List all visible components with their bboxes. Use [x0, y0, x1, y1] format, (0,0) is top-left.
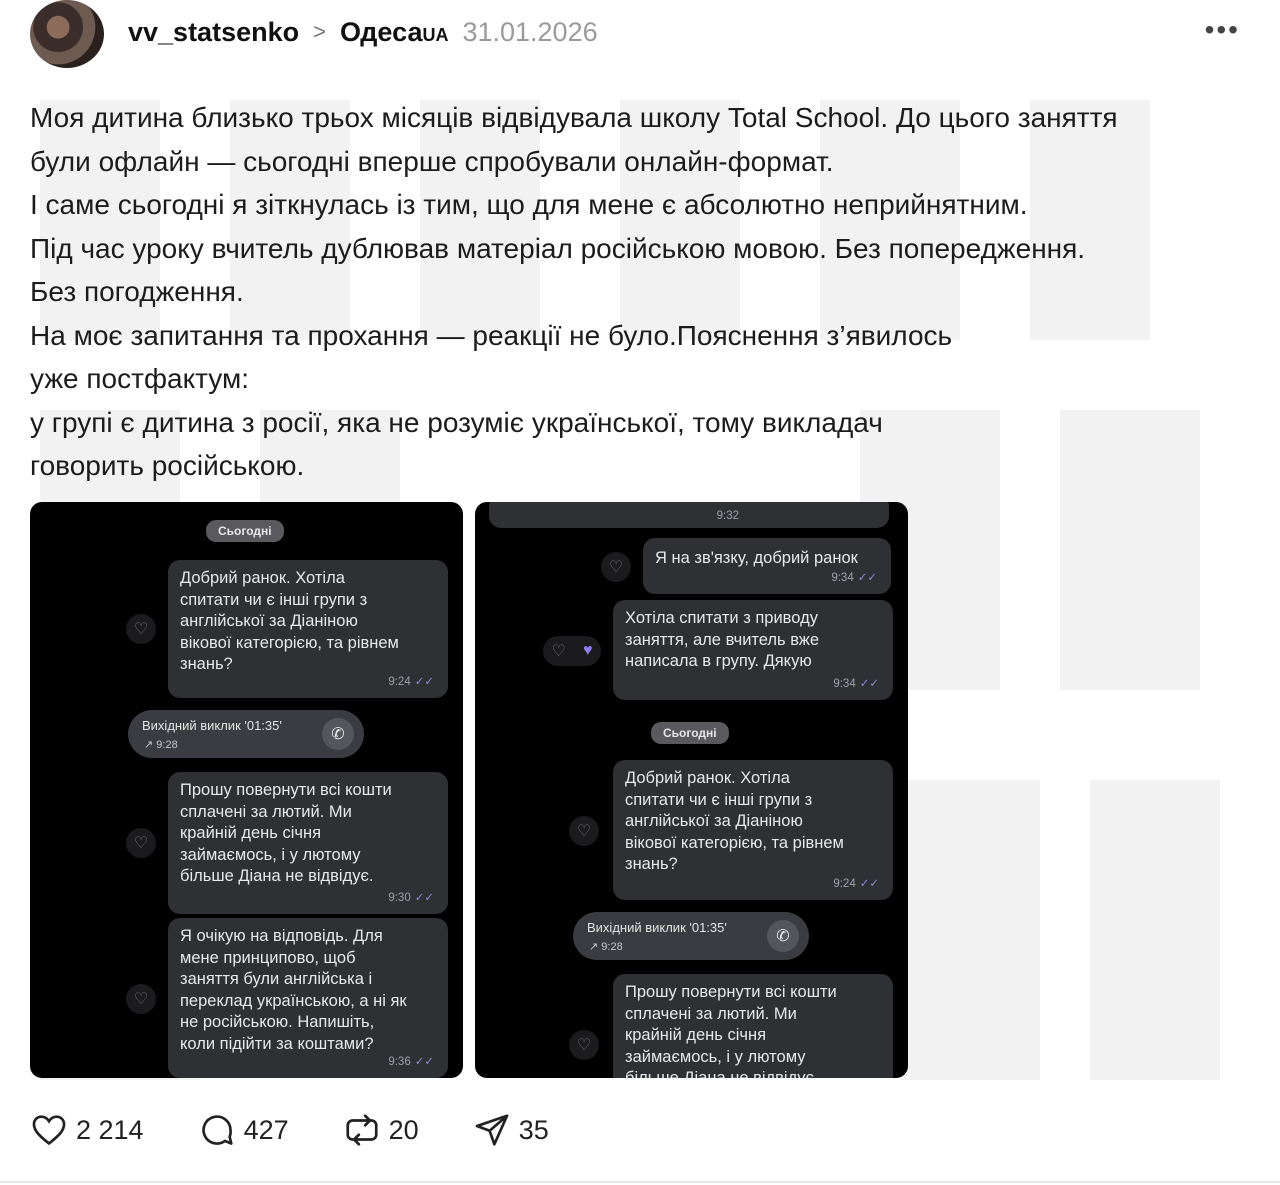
message-time: 9:34 [833, 677, 856, 690]
topic-tag[interactable]: ОдесаUA [340, 17, 449, 48]
message-text: Я очікую на відповідь. Для мене принципо… [180, 927, 407, 1053]
message-text: Добрий ранок. Хотіла спитати чи є інші г… [625, 769, 844, 873]
chat-screenshot-right[interactable]: 9:32 ♡ Я на зв'язку, добрий ранок 9:34 ✓✓… [475, 502, 908, 1078]
heart-reaction-icon: ♡ ♥ [543, 636, 601, 666]
date-pill: Сьогодні [206, 520, 284, 542]
message-text: Добрий ранок. Хотіла спитати чи є інші г… [180, 569, 399, 673]
call-label: Вихідний виклик '01:35' [587, 920, 727, 935]
avatar[interactable] [30, 0, 104, 68]
post-line: Під час уроку вчитель дублював матеріал … [30, 232, 1086, 264]
chat-screenshot-left[interactable]: Сьогодні ♡ Добрий ранок. Хотіла спитати … [30, 502, 463, 1078]
post-actions: 2 214 427 20 35 [30, 1110, 603, 1150]
post-header: vv_statsenko > ОдесаUA 31.01.2026 [128, 14, 598, 50]
post-line: були офлайн — сьогодні вперше спробували… [30, 145, 834, 177]
outgoing-call-bubble: Вихідний виклик '01:35' ↗ 9:28 ✆ [573, 912, 809, 960]
comment-count: 427 [243, 1114, 289, 1145]
read-check-icon: ✓✓ [414, 1055, 434, 1068]
post-line: уже постфактум: [30, 363, 249, 394]
phone-icon[interactable]: ✆ [767, 920, 799, 952]
topic-tag-label: Одеса [339, 16, 423, 47]
message-meta: 9:34 ✓✓ [833, 674, 879, 696]
more-options-icon[interactable]: ••• [1205, 14, 1240, 46]
chat-message: Хотіла спитати з приводу заняття, але вч… [613, 600, 893, 700]
phone-icon[interactable]: ✆ [322, 718, 354, 750]
message-meta: 9:30 ✓✓ [388, 888, 434, 910]
call-time: ↗ 9:28 [144, 739, 178, 751]
heart-reaction-icon: ♡ [126, 828, 156, 858]
chat-message: Прошу повернути всі кошти сплачені за лю… [168, 772, 448, 914]
message-text: Хотіла спитати з приводу заняття, але вч… [625, 609, 820, 670]
message-meta: 9:36 ✓✓ [388, 1052, 434, 1074]
message-time: 9:32 [716, 510, 739, 522]
post-date: 31.01.2026 [462, 16, 598, 47]
share-count: 35 [518, 1114, 549, 1145]
post-line: у групі є дитина з росії, яка не розуміє… [30, 406, 883, 438]
divider [0, 1181, 1280, 1183]
heart-reaction-icon: ♡ [126, 984, 156, 1014]
date-pill: Сьогодні [651, 722, 729, 744]
repost-icon [346, 1114, 378, 1146]
chat-message: Я на зв'язку, добрий ранок 9:34 ✓✓ [643, 538, 891, 594]
heart-reaction-icon: ♡ [601, 552, 631, 582]
read-check-icon: ✓✓ [859, 677, 879, 690]
call-label: Вихідний виклик '01:35' [142, 718, 282, 733]
read-check-icon: ✓✓ [414, 891, 434, 904]
heart-reaction-icon: ♡ [126, 614, 156, 644]
chat-message: 9:32 [489, 502, 889, 528]
threads-post: vv_statsenko > ОдесаUA 31.01.2026 ••• Мо… [0, 0, 1280, 1185]
heart-reaction-icon: ♡ [569, 816, 599, 846]
heart-icon [32, 1115, 66, 1146]
repost-button[interactable]: 20 [343, 1111, 419, 1149]
chat-message: Добрий ранок. Хотіла спитати чи є інші г… [613, 760, 893, 900]
post-line: Моя дитина близько трьох місяців відвіду… [30, 102, 1118, 133]
message-time: 9:24 [833, 877, 856, 890]
username[interactable]: vv_statsenko [128, 17, 299, 48]
message-meta: 9:24 ✓✓ [388, 672, 434, 694]
read-check-icon: ✓✓ [414, 675, 434, 688]
read-check-icon: ✓✓ [857, 571, 877, 584]
chevron-right-icon: > [313, 19, 326, 44]
chat-message: Добрий ранок. Хотіла спитати чи є інші г… [168, 560, 448, 698]
message-time: 9:34 [831, 571, 854, 584]
post-line: І саме сьогодні я зіткнулась із тим, що … [30, 189, 1028, 220]
message-text: Прошу повернути всі кошти сплачені за лю… [180, 781, 392, 885]
heart-reaction-icon: ♡ [569, 1030, 599, 1060]
topic-tag-suffix: UA [422, 24, 449, 45]
post-line: На моє запитання та прохання — реакції н… [30, 319, 953, 351]
like-button[interactable]: 2 214 [30, 1111, 144, 1149]
chat-message: Прошу повернути всі кошти сплачені за лю… [613, 974, 893, 1078]
call-time: ↗ 9:28 [589, 941, 623, 953]
message-text: Прошу повернути всі кошти сплачені за лю… [625, 983, 837, 1078]
message-time: 9:24 [388, 675, 411, 688]
chat-message: Я очікую на відповідь. Для мене принципо… [168, 918, 448, 1078]
post-line: Без погодження. [30, 276, 244, 307]
send-icon [475, 1114, 509, 1146]
like-count: 2 214 [76, 1114, 144, 1145]
message-time: 9:36 [388, 1055, 411, 1068]
share-button[interactable]: 35 [473, 1111, 549, 1149]
message-text: Я на зв'язку, добрий ранок [655, 549, 858, 567]
message-meta: 9:32 [717, 510, 739, 522]
comment-icon [201, 1115, 233, 1145]
post-text: Моя дитина близько трьох місяців відвіду… [30, 96, 1250, 488]
post-line: говорить російською. [30, 450, 305, 481]
message-time: 9:30 [388, 891, 411, 904]
repost-count: 20 [388, 1114, 419, 1145]
outgoing-call-bubble: Вихідний виклик '01:35' ↗ 9:28 ✆ [128, 710, 364, 758]
read-check-icon: ✓✓ [859, 877, 879, 890]
comment-button[interactable]: 427 [198, 1111, 289, 1149]
message-meta: 9:34 ✓✓ [831, 568, 877, 590]
message-meta: 9:24 ✓✓ [833, 874, 879, 896]
